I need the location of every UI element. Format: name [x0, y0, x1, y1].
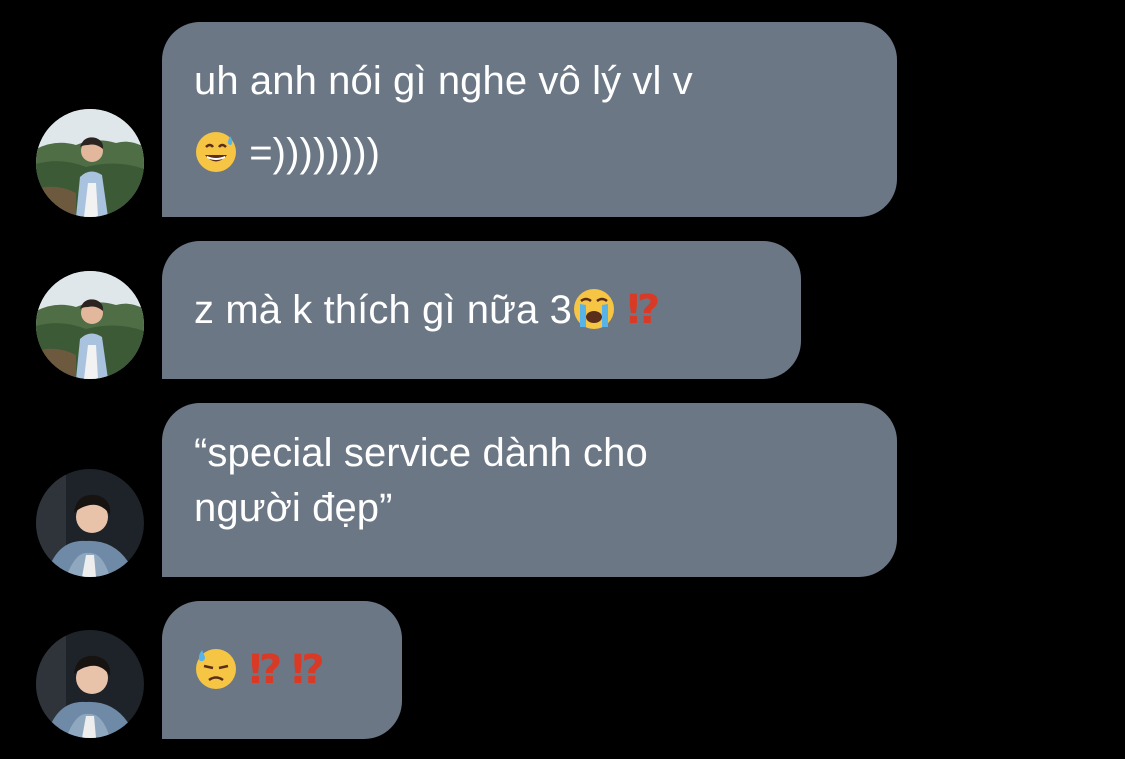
avatar-boy-denim-image	[36, 469, 144, 577]
message-bubble[interactable]: ⁉ ⁉	[162, 601, 402, 739]
sender-avatar[interactable]	[36, 271, 144, 379]
avatar-boy-denim-image	[36, 630, 144, 738]
sender-avatar[interactable]	[36, 109, 144, 217]
message-text: uh anh nói gì nghe vô lý vl v	[194, 59, 693, 103]
avatar-boy-landscape-image	[36, 109, 144, 217]
sender-avatar[interactable]	[36, 630, 144, 738]
loudly-crying-emoji	[573, 289, 614, 329]
exclamation-question-emoji: ⁉	[627, 287, 660, 333]
avatar-boy-landscape-image	[36, 271, 144, 379]
message-text: “special service dành cho	[194, 431, 648, 475]
downcast-sweat-emoji	[196, 649, 236, 689]
message-bubble[interactable]: z mà k thích gì nữa 3 ⁉	[162, 241, 801, 379]
message-bubble[interactable]: “special service dành cho người đẹp”	[162, 403, 897, 577]
exclamation-question-emoji: ⁉	[291, 647, 325, 693]
sender-avatar[interactable]	[36, 469, 144, 577]
exclamation-question-emoji: ⁉	[249, 647, 282, 693]
message-text-smiley: =))))))))	[249, 131, 381, 175]
message-text-line-2: =))))))))	[194, 117, 865, 189]
message-text: z mà k thích gì nữa 3	[194, 288, 572, 332]
message-bubble[interactable]: uh anh nói gì nghe vô lý vl v =))))))))	[162, 22, 897, 217]
grinning-sweat-emoji	[196, 132, 236, 172]
message-text-line-2: người đẹp”	[194, 486, 393, 530]
